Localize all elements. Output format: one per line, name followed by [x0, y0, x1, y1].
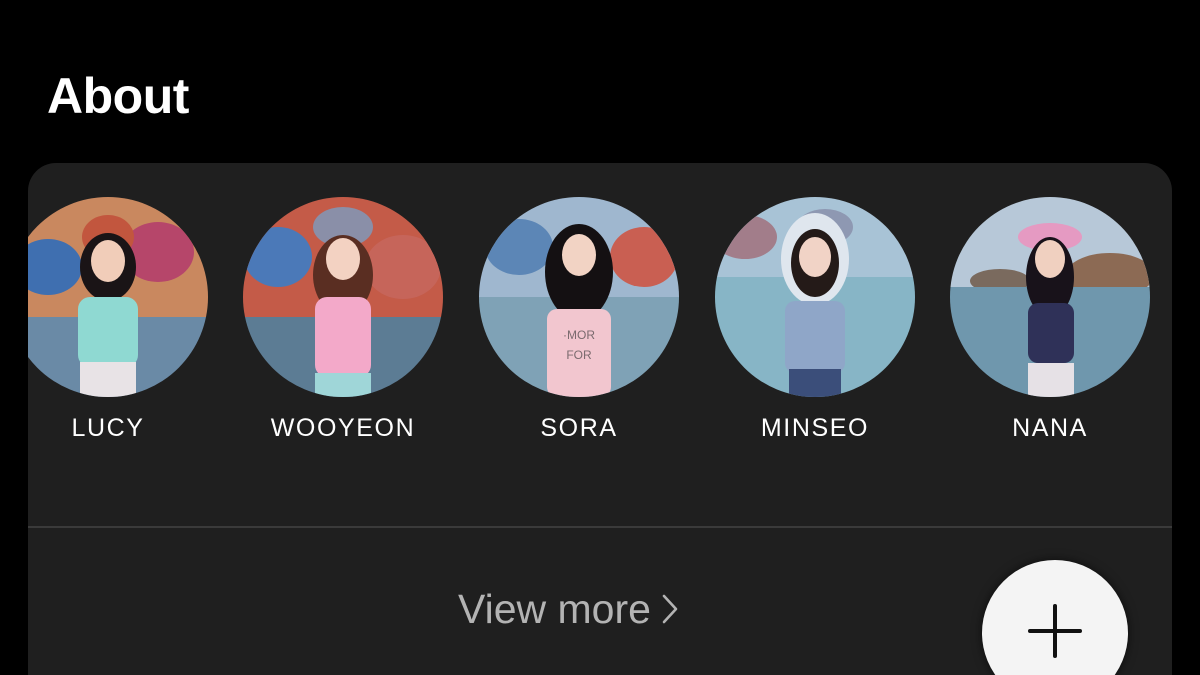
- avatar[interactable]: ·MOR FOR: [479, 197, 679, 397]
- member-photo: [28, 197, 208, 397]
- about-page: About LUCY WOOYEON ·MOR FOR SORA MINSEO …: [0, 0, 1200, 675]
- member-lucy[interactable]: LUCY: [28, 197, 218, 457]
- member-name: LUCY: [71, 414, 145, 442]
- outfit-shape: [1028, 303, 1074, 363]
- section-title: About: [47, 68, 189, 124]
- member-name: MINSEO: [760, 414, 870, 442]
- outfit-shape: [315, 297, 371, 377]
- member-photo: [715, 197, 915, 397]
- member-photo: [243, 197, 443, 397]
- avatar[interactable]: [950, 197, 1150, 397]
- svg-text:·MOR: ·MOR: [563, 328, 595, 342]
- member-minseo[interactable]: MINSEO: [705, 197, 925, 457]
- svg-text:FOR: FOR: [566, 348, 592, 362]
- avatar[interactable]: [243, 197, 443, 397]
- member-sora[interactable]: ·MOR FOR SORA: [469, 197, 689, 457]
- member-photo: [950, 197, 1150, 397]
- member-name: NANA: [1012, 414, 1088, 442]
- members-carousel[interactable]: LUCY WOOYEON ·MOR FOR SORA MINSEO NANA: [28, 163, 1172, 523]
- member-nana[interactable]: NANA: [940, 197, 1160, 457]
- member-name: WOOYEON: [270, 414, 416, 442]
- member-name: SORA: [540, 414, 618, 442]
- avatar[interactable]: [28, 197, 208, 397]
- view-more-label: View more: [458, 586, 651, 632]
- member-photo: ·MOR FOR: [479, 197, 679, 397]
- outfit-shape: [78, 297, 138, 367]
- divider: [28, 526, 1172, 528]
- avatar[interactable]: [715, 197, 915, 397]
- plus-icon: [1028, 604, 1082, 658]
- outfit-shape: [785, 301, 845, 373]
- member-wooyeon[interactable]: WOOYEON: [233, 197, 453, 457]
- chevron-right-icon: [661, 594, 679, 624]
- view-more-button[interactable]: View more: [458, 581, 679, 637]
